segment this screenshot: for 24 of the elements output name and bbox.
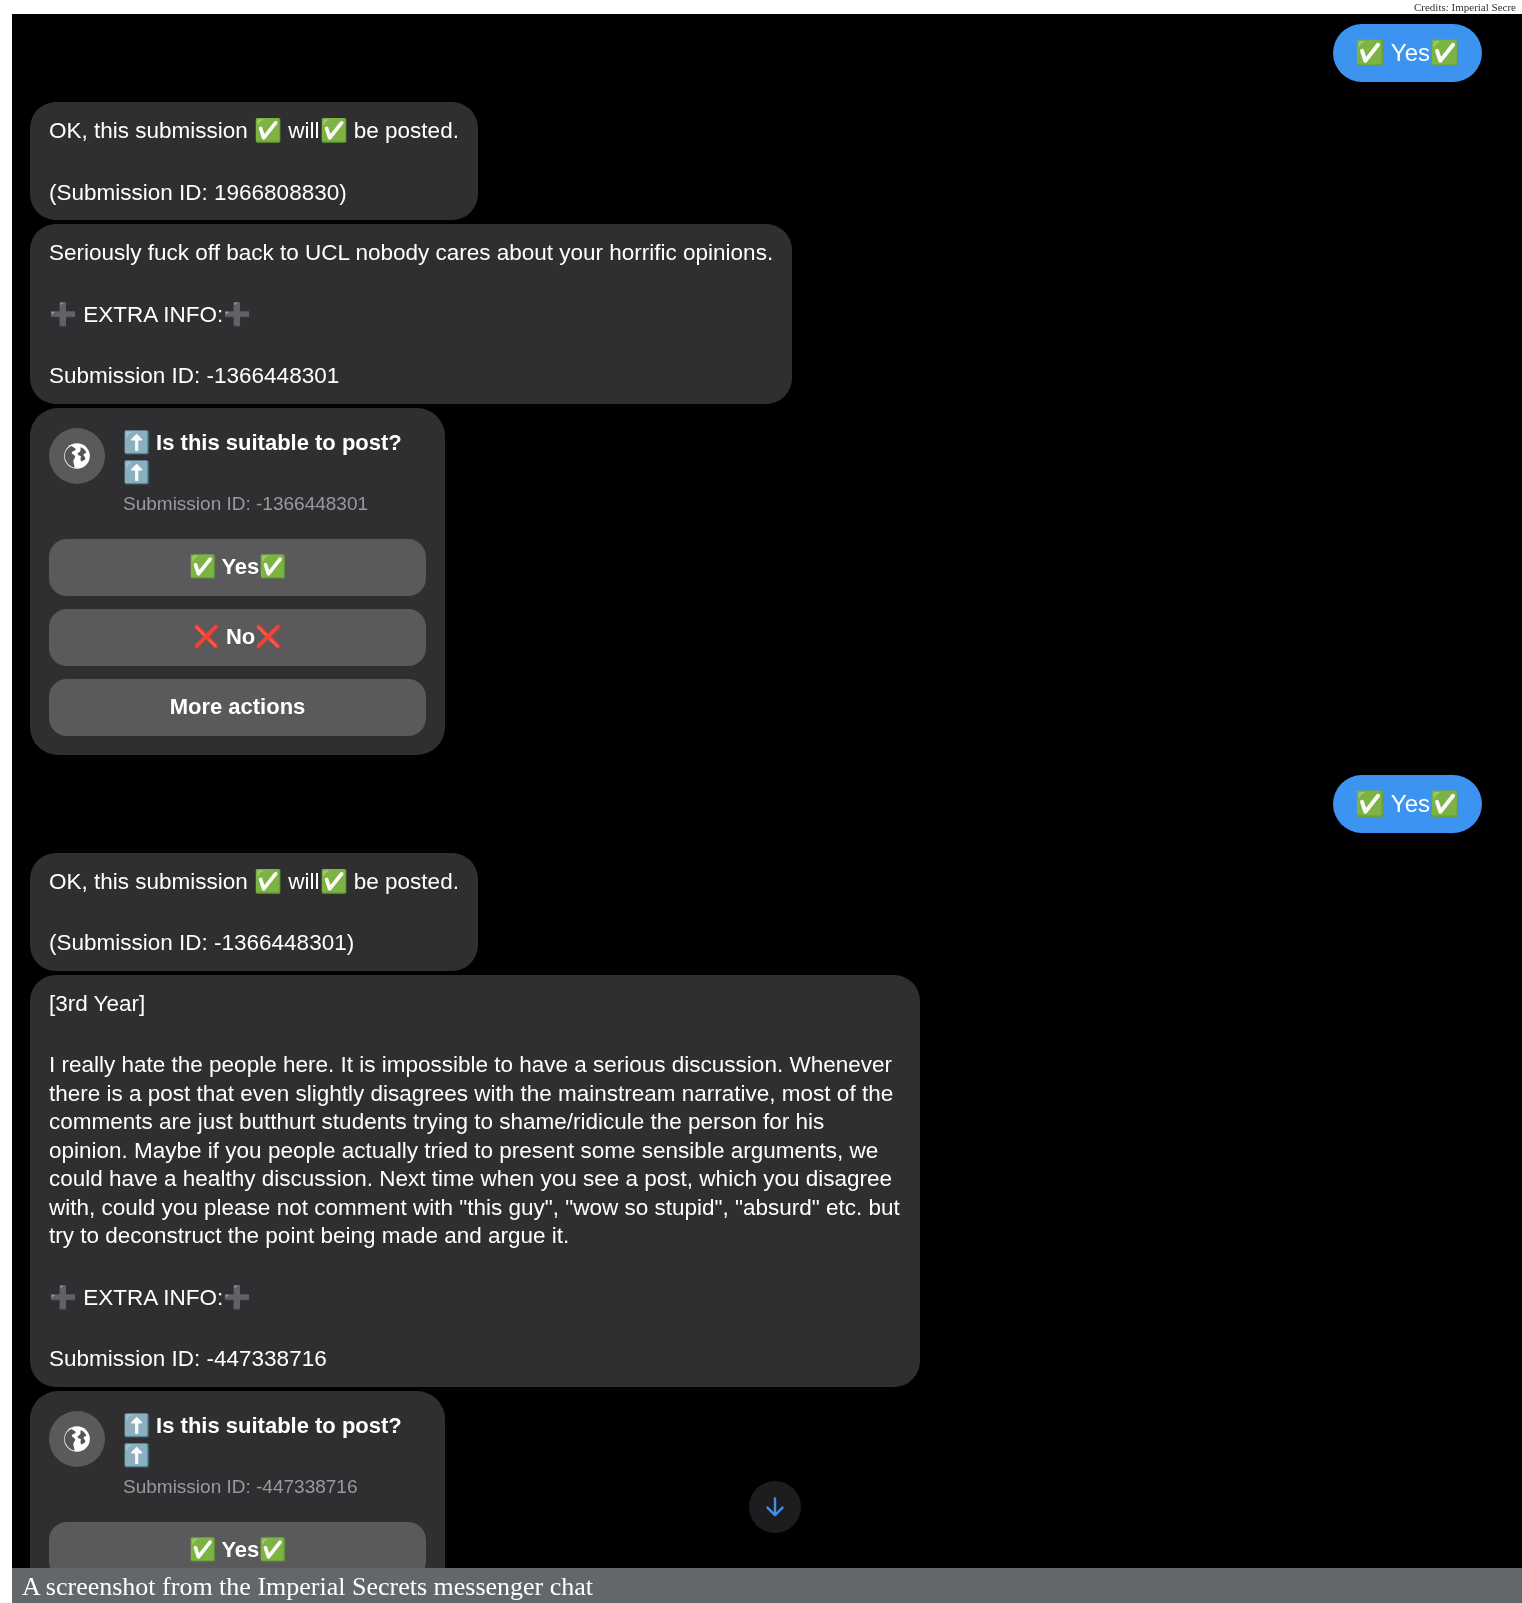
- message-text: I really hate the people here. It is impossible to have a serious discussion. Whenever there is a post that even slightly disagrees with the mainstream narrative, most of the comments are just butthurt students trying to shame/ridicule the person for his opinion. Maybe if you people actually tried to present some sensible arguments, we could have a healthy discussion. Next time when you see a post, which you disagree with, could you please not comment with "this guy", "wow so stupid", "absurd" etc. but try to deconstruct the point being made and argue it.: [49, 1051, 901, 1250]
- poll-button[interactable]: ✅ Yes✅: [49, 1521, 426, 1568]
- poll-question: ⬆ Is this suitable to post? ⬆: [123, 1411, 403, 1470]
- message-text: (Submission ID: 1966808830): [49, 178, 348, 207]
- outgoing-message: ✅ Yes✅: [1332, 774, 1482, 833]
- submission-id-text: Submission ID: -447338716: [123, 1474, 359, 1499]
- message-text: Submission ID: -1366448301: [49, 362, 341, 390]
- caption-text: A screenshot from the Imperial Secrets messenger chat: [12, 1568, 1522, 1603]
- message-text: (Submission ID: -1366448301): [49, 929, 356, 957]
- outgoing-message: ✅ Yes✅: [1332, 24, 1482, 82]
- message-text: Seriously fuck off back to UCL nobody cares about your horrific opinions.: [49, 239, 774, 267]
- message-text: Submission ID: -447338716: [49, 1345, 328, 1373]
- message-text: ➕ EXTRA INFO:➕: [49, 300, 253, 329]
- poll-button[interactable]: ❌ No❌: [49, 608, 426, 666]
- message-text: OK, this submission ✅ will✅ be posted.: [49, 117, 459, 145]
- poll-button[interactable]: ✅ Yes✅: [49, 538, 426, 596]
- poll-question: ⬆ Is this suitable to post? ⬆: [123, 428, 403, 487]
- credits-text: Credits: Imperial Secre: [1413, 0, 1516, 14]
- submission-id-text: Submission ID: -1366448301: [123, 491, 370, 516]
- message-text: [3rd Year]: [49, 989, 147, 1018]
- poll-button[interactable]: More actions: [49, 678, 426, 736]
- message-text: OK, this submission ✅ will✅ be posted.: [49, 867, 459, 896]
- scroll-down-button[interactable]: [749, 1481, 801, 1533]
- message-text: ➕ EXTRA INFO:➕: [49, 1283, 253, 1312]
